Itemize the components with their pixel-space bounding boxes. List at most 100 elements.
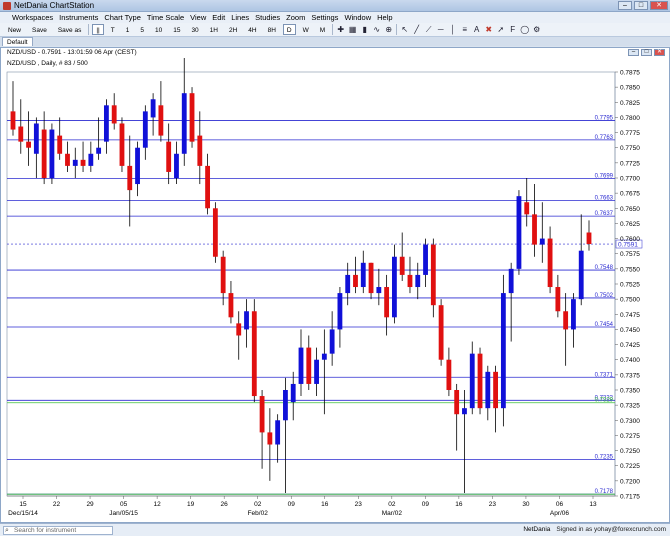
menu-workspaces[interactable]: Workspaces <box>12 13 53 22</box>
candle-body <box>275 420 281 445</box>
candle-body <box>532 214 537 245</box>
properties-icon[interactable]: ⚙ <box>532 25 541 34</box>
candle-body <box>26 141 31 148</box>
candle-body <box>88 153 94 166</box>
ellipse-icon[interactable]: ◯ <box>520 25 529 34</box>
menu-help[interactable]: Help <box>377 13 392 22</box>
menu-view[interactable]: View <box>190 13 206 22</box>
zoom-icon[interactable]: ⊕ <box>384 25 393 34</box>
candle-body <box>212 208 218 257</box>
y-tick-label: 0.7775 <box>620 130 640 137</box>
grid-icon[interactable]: ▦ <box>348 25 357 34</box>
horizontal-level-label: 0.7371 <box>595 372 614 378</box>
save-button[interactable]: Save <box>28 24 51 35</box>
instrument-search-input[interactable]: ⌕ Search for instrument <box>3 526 113 535</box>
candle-body <box>555 287 561 312</box>
x-tick-label: 26 <box>221 501 229 508</box>
timeframe-8h-button[interactable]: 8H <box>264 24 280 35</box>
grid-layer <box>6 71 616 497</box>
timeframe-daily-button[interactable]: D <box>282 24 296 35</box>
candle-body <box>10 111 16 130</box>
menu-settings[interactable]: Settings <box>311 13 338 22</box>
candle-body <box>127 165 133 191</box>
candle-body <box>111 105 117 124</box>
x-axis: 15 22 29 05 12 19 26 02 09 16 23 02 09 16 23 30 06 13 Dec/… <box>7 495 615 517</box>
timeframe-5-button[interactable]: 5 <box>136 24 148 35</box>
menu-edit[interactable]: Edit <box>212 13 225 22</box>
menu-studies[interactable]: Studies <box>255 13 280 22</box>
candle-body <box>586 232 592 245</box>
tab-default[interactable]: Default <box>2 37 33 46</box>
chart-minimize-button[interactable]: – <box>628 49 639 56</box>
timeframe-30-button[interactable]: 30 <box>187 24 202 35</box>
maximize-button[interactable]: □ <box>634 1 648 10</box>
timeframe-4h-button[interactable]: 4H <box>244 24 260 35</box>
close-button[interactable]: ✕ <box>650 1 668 10</box>
timeframe-weekly-button[interactable]: W <box>299 24 313 35</box>
pause-button[interactable]: || <box>92 24 104 35</box>
chart-maximize-button[interactable]: □ <box>641 49 652 56</box>
candle-icon[interactable]: ▮ <box>360 25 369 34</box>
x-month-label: Apr/06 <box>550 510 570 517</box>
candle-body <box>360 262 366 288</box>
y-tick-label: 0.7500 <box>620 297 640 304</box>
candle-body <box>18 126 24 142</box>
y-tick-label: 0.7450 <box>620 327 640 334</box>
candle-body <box>407 274 413 288</box>
line-chart-icon[interactable]: ∿ <box>372 25 381 34</box>
y-tick-label: 0.7600 <box>620 236 640 243</box>
arrow-icon[interactable]: ➚ <box>496 25 505 34</box>
menu-instruments[interactable]: Instruments <box>59 13 98 22</box>
timeframe-2h-button[interactable]: 2H <box>225 24 241 35</box>
new-button[interactable]: New <box>4 24 25 35</box>
candle-body <box>438 305 444 360</box>
timeframe-1h-button[interactable]: 1H <box>206 24 222 35</box>
crosshair-icon[interactable]: ✚ <box>336 25 345 34</box>
save-as-button[interactable]: Save as <box>54 24 86 35</box>
candle-body <box>454 390 460 415</box>
x-month-label: Jan/05/15 <box>109 510 138 517</box>
ray-icon[interactable]: ⟋ <box>424 25 433 34</box>
text-icon[interactable]: A <box>472 25 481 34</box>
menu-chart-type[interactable]: Chart Type <box>104 13 141 22</box>
timeframe-1-button[interactable]: 1 <box>122 24 134 35</box>
channel-icon[interactable]: ≡ <box>460 25 469 34</box>
candle-body <box>415 274 421 288</box>
candle-body <box>267 432 273 445</box>
vertical-line-icon[interactable]: │ <box>448 25 457 34</box>
tick-button[interactable]: T <box>107 24 119 35</box>
menu-window[interactable]: Window <box>344 13 371 22</box>
candle-body <box>205 165 211 209</box>
menu-time-scale[interactable]: Time Scale <box>147 13 184 22</box>
timeframe-15-button[interactable]: 15 <box>169 24 184 35</box>
chart-header: NZD/USD - 0.7591 - 13:01:59 06 Apr (CEST… <box>7 49 137 56</box>
candle-body <box>166 141 172 172</box>
horizontal-level-label: 0.7235 <box>595 455 614 461</box>
trendline-icon[interactable]: ╱ <box>412 25 421 34</box>
candle-body <box>571 299 576 330</box>
candle-body <box>539 238 545 245</box>
horizontal-level-label: 0.7329 <box>595 398 614 404</box>
x-tick-label: 22 <box>53 501 61 508</box>
candle-body <box>283 390 288 421</box>
delete-icon[interactable]: ✖ <box>484 25 493 34</box>
timeframe-10-button[interactable]: 10 <box>151 24 166 35</box>
fibonacci-icon[interactable]: F <box>508 25 517 34</box>
pointer-icon[interactable]: ↖ <box>400 25 409 34</box>
x-month-label: Dec/15/14 <box>8 510 38 517</box>
menu-lines[interactable]: Lines <box>231 13 249 22</box>
menu-zoom[interactable]: Zoom <box>286 13 305 22</box>
price-chart[interactable]: 0.7795 0.7763 0.7699 0.7663 0.7637 0.7548 0.75… <box>1 58 669 522</box>
candle-body <box>103 105 109 142</box>
timeframe-monthly-button[interactable]: M <box>316 24 329 35</box>
chart-close-button[interactable]: ✕ <box>654 49 665 56</box>
horizontal-line-icon[interactable]: ─ <box>436 25 445 34</box>
candle-body <box>189 93 195 142</box>
candle-body <box>345 274 351 294</box>
candle-body <box>516 196 522 269</box>
menu-bar: Workspaces Instruments Chart Type Time S… <box>0 12 670 23</box>
horizontal-level-label: 0.7454 <box>595 322 614 328</box>
y-tick-label: 0.7375 <box>620 372 640 379</box>
minimize-button[interactable]: – <box>618 1 632 10</box>
x-tick-label: 16 <box>321 501 329 508</box>
